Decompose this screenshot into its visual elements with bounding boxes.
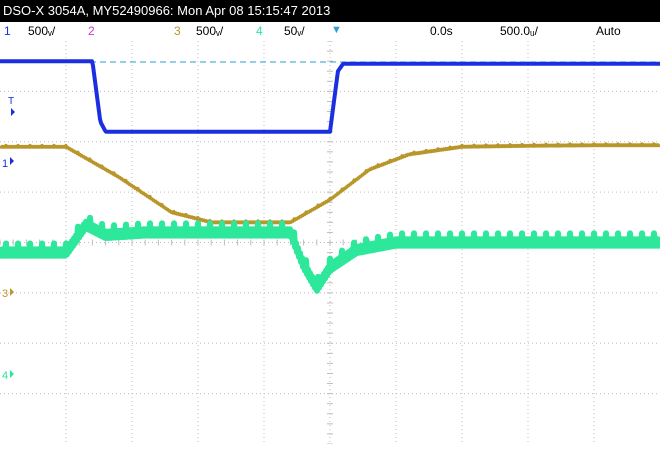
- waveform-display: T 1 3 4: [0, 40, 660, 445]
- channel-3-trace: [0, 142, 660, 225]
- ch4-label[interactable]: 4: [256, 22, 263, 41]
- time-scale[interactable]: 500.0ᵤ/: [500, 22, 538, 41]
- ground-markers: T 1 3 4: [2, 96, 15, 382]
- ch3-scale[interactable]: 500ᵥ/: [196, 22, 223, 41]
- ch3-ground-marker[interactable]: 3: [2, 288, 8, 300]
- ch1-ground-arrow-icon: [10, 157, 14, 165]
- ch4-ground-marker[interactable]: 4: [2, 370, 8, 382]
- ch1-scale[interactable]: 500ᵥ/: [28, 22, 55, 41]
- traces: [0, 59, 660, 294]
- ch1-label[interactable]: 1: [4, 22, 11, 41]
- ch3-ground-arrow-icon: [10, 288, 14, 296]
- ch3-label[interactable]: 3: [174, 22, 181, 41]
- ch1-ground-marker[interactable]: 1: [2, 158, 8, 170]
- trigger-position-icon: ▼: [331, 24, 342, 36]
- waveform-plot: T 1 3 4: [0, 40, 660, 445]
- channel-1-trace: [0, 59, 660, 134]
- channel-4-trace: [0, 214, 660, 294]
- scope-status-bar: 1 500ᵥ/ 2 3 500ᵥ/ 4 50ᵥ/ ▼ 0.0s 500.0ᵤ/ …: [0, 22, 660, 41]
- ch2-label[interactable]: 2: [88, 22, 95, 41]
- trigger-mode[interactable]: Auto: [596, 22, 621, 41]
- trigger-level-arrow-icon: [11, 108, 15, 116]
- ch4-ground-arrow-icon: [10, 370, 14, 378]
- time-position[interactable]: 0.0s: [430, 22, 453, 41]
- ch4-scale[interactable]: 50ᵥ/: [284, 22, 305, 41]
- window-title: DSO-X 3054A, MY52490966: Mon Apr 08 15:1…: [0, 0, 660, 22]
- trigger-level-marker: T: [8, 96, 14, 107]
